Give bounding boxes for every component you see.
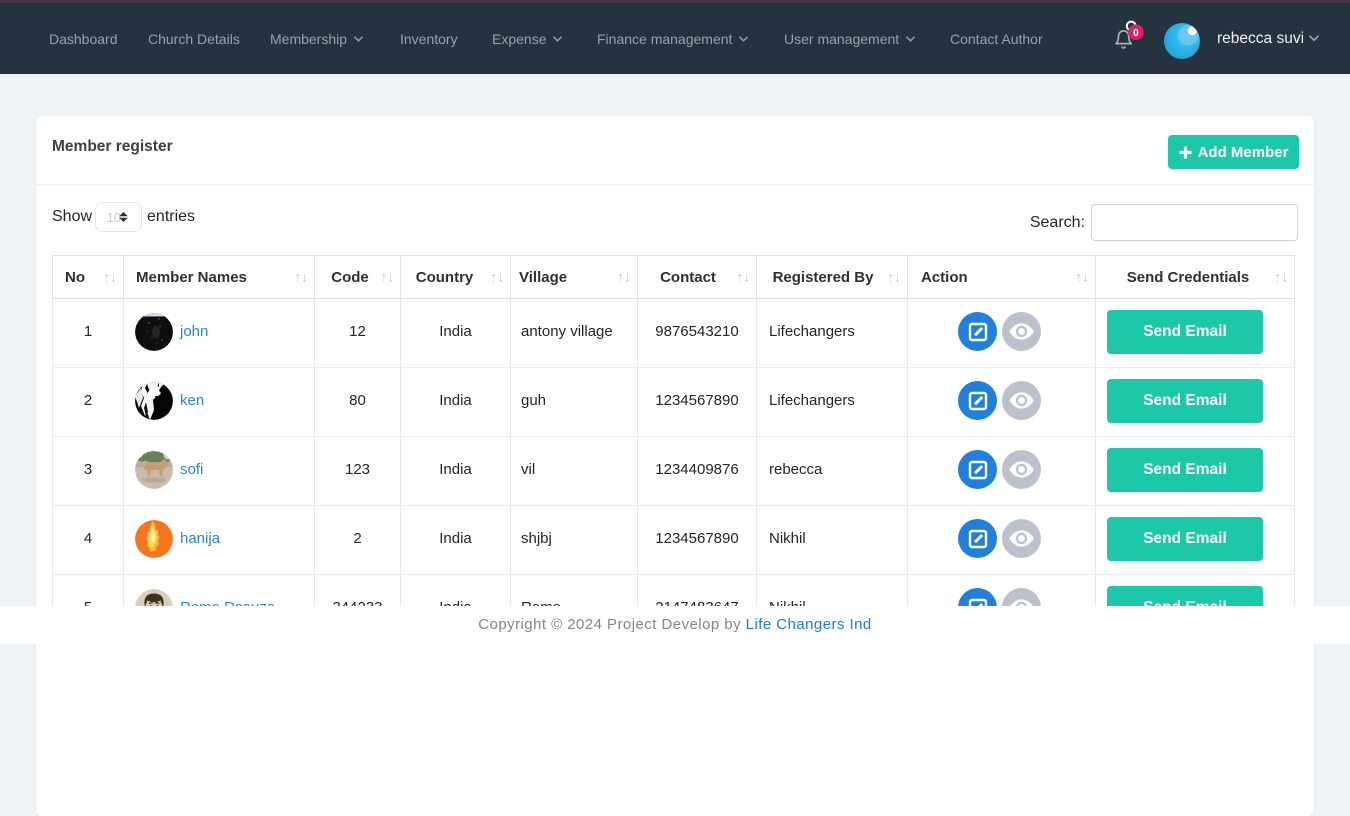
svg-text:0: 0 [1133,28,1139,39]
